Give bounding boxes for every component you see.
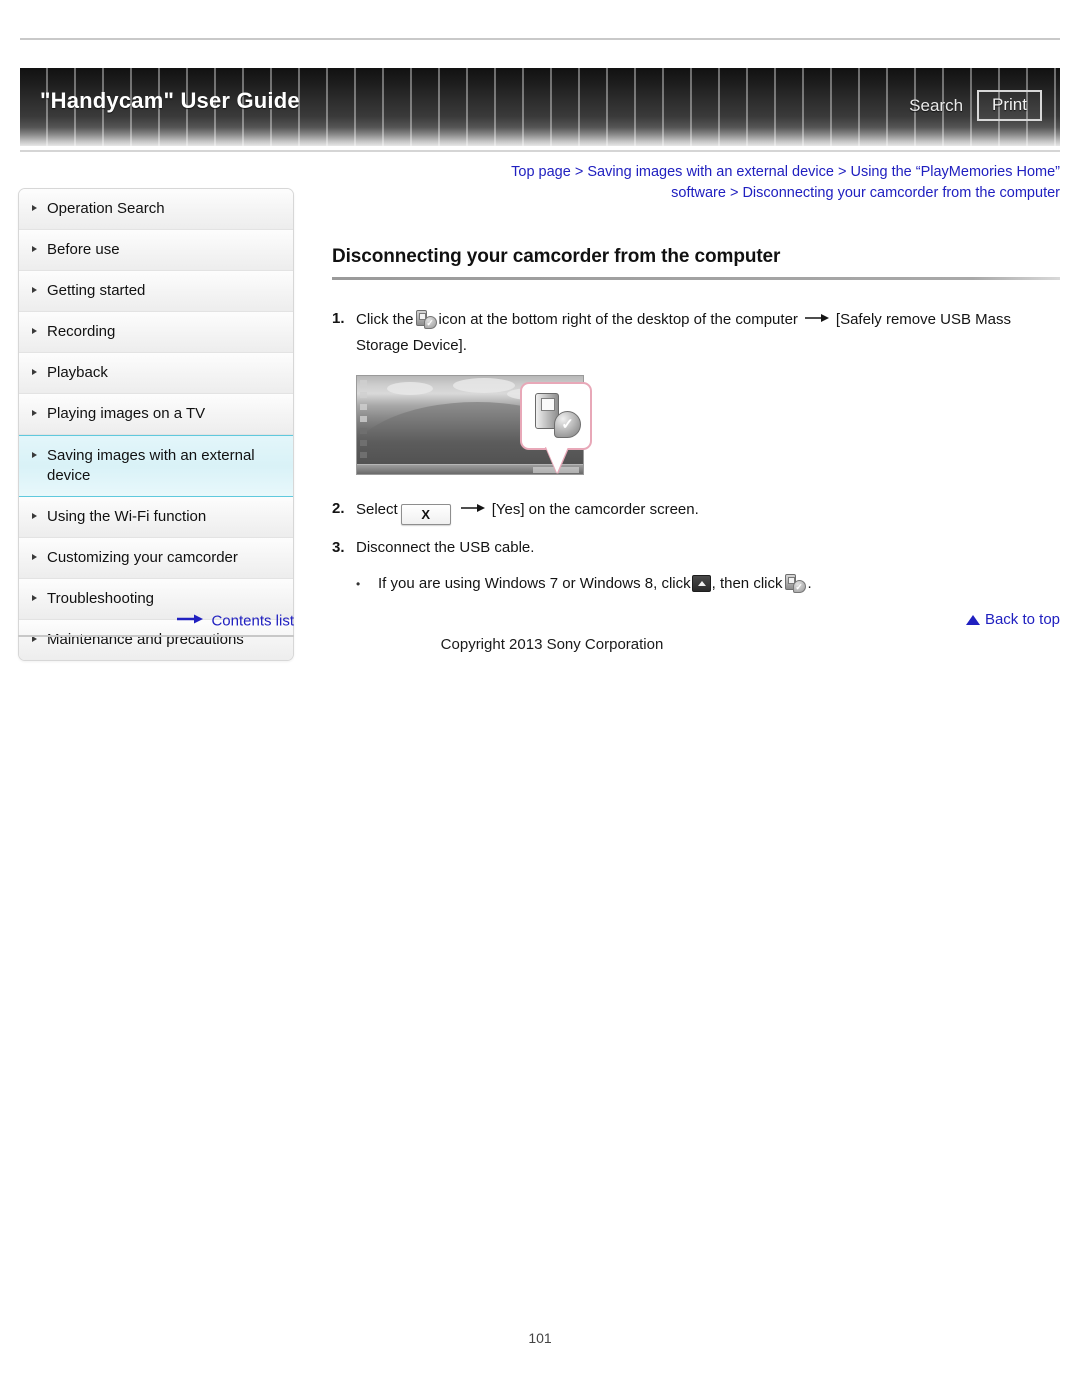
step-number: 3. xyxy=(332,539,345,556)
desktop-icon xyxy=(360,440,367,446)
chevron-right-icon xyxy=(32,246,37,252)
sidebar-item-before-use[interactable]: Before use xyxy=(19,230,293,271)
sidebar-item-label: Saving images with an external device xyxy=(47,447,255,484)
breadcrumb-line-1[interactable]: Top page > Saving images with an externa… xyxy=(330,162,1060,183)
step-3: 3. Disconnect the USB cable. xyxy=(332,535,1060,561)
contents-list-link-row: Contents list xyxy=(18,611,294,638)
note-text-before: If you are using Windows 7 or Windows 8,… xyxy=(378,575,691,592)
breadcrumb-line-2[interactable]: software > Disconnecting your camcorder … xyxy=(330,183,1060,204)
main-content: Disconnecting your camcorder from the co… xyxy=(332,246,1060,628)
page-title-banner: "Handycam" User Guide xyxy=(40,88,300,113)
step-text-after: [Yes] on the camcorder screen. xyxy=(491,501,699,518)
sidebar-item-playback[interactable]: Playback xyxy=(19,353,293,394)
site-header: "Handycam" User Guide Search Print xyxy=(20,68,1060,146)
sidebar-nav: Operation Search Before use Getting star… xyxy=(18,188,294,661)
step-number: 2. xyxy=(332,500,345,517)
x-button-icon: X xyxy=(400,504,451,525)
sidebar-item-recording[interactable]: Recording xyxy=(19,312,293,353)
sidebar-item-label: Customizing your camcorder xyxy=(47,549,238,566)
arrow-right-icon xyxy=(460,496,485,522)
desktop-screenshot-figure: ✓ xyxy=(356,375,592,482)
sidebar-item-getting-started[interactable]: Getting started xyxy=(19,271,293,312)
desktop-icon xyxy=(360,416,367,422)
header-actions: Search Print xyxy=(909,90,1042,121)
step-text-before: Select xyxy=(356,501,398,518)
chevron-right-icon xyxy=(32,369,37,375)
page-title: Disconnecting your camcorder from the co… xyxy=(332,246,781,267)
sidebar-item-saving-images-with-an-external-device[interactable]: Saving images with an external device xyxy=(19,435,293,497)
desktop-icon xyxy=(360,380,367,386)
desktop-icon xyxy=(360,392,367,398)
chevron-right-icon xyxy=(32,595,37,601)
show-hidden-icons-tray-icon xyxy=(691,575,711,592)
bullet-icon: • xyxy=(356,577,361,591)
desktop-icon xyxy=(360,452,367,458)
contents-list-link[interactable]: Contents list xyxy=(211,613,294,630)
usb-safely-remove-icon: ✓ xyxy=(784,574,806,593)
sidebar-item-using-the-wi-fi-function[interactable]: Using the Wi-Fi function xyxy=(19,497,293,538)
sidebar-item-label: Playing images on a TV xyxy=(47,405,206,422)
note-text-after: . xyxy=(807,575,812,592)
back-to-top-link[interactable]: Back to top xyxy=(332,611,1060,628)
usb-safely-remove-large-icon: ✓ xyxy=(533,393,581,439)
sidebar-item-playing-images-on-a-tv[interactable]: Playing images on a TV xyxy=(19,394,293,435)
desktop-icon xyxy=(360,428,367,434)
search-link[interactable]: Search xyxy=(909,96,963,116)
desktop-icon xyxy=(360,404,367,410)
note-bullet-line: • If you are using Windows 7 or Windows … xyxy=(356,571,1060,597)
step-1: 1. Click the ✓ icon at the bottom right of… xyxy=(332,306,1060,359)
page-number: 101 xyxy=(528,1330,552,1346)
sidebar-item-operation-search[interactable]: Operation Search xyxy=(19,189,293,230)
step-number: 1. xyxy=(332,310,345,327)
step-text-mid: icon at the bottom right of the desktop … xyxy=(438,311,798,328)
sidebar-item-customizing-your-camcorder[interactable]: Customizing your camcorder xyxy=(19,538,293,579)
step-body: Click the ✓ icon at the bottom right of th… xyxy=(356,306,1060,359)
step-body: Select X [Yes] on the camcorder screen. xyxy=(356,496,1060,525)
title-divider xyxy=(332,277,1060,280)
usb-icon-callout-bubble: ✓ xyxy=(520,382,592,473)
sidebar-item-label: Before use xyxy=(47,241,120,258)
note-body: If you are using Windows 7 or Windows 8,… xyxy=(378,571,812,597)
step-text-before: Click the xyxy=(356,311,414,328)
chevron-right-icon xyxy=(32,554,37,560)
sidebar-item-label: Troubleshooting xyxy=(47,590,155,607)
step-body: Disconnect the USB cable. xyxy=(356,539,535,556)
back-to-top-label: Back to top xyxy=(984,611,1060,628)
chevron-right-icon xyxy=(32,452,37,458)
sidebar-item-label: Getting started xyxy=(47,282,146,299)
chevron-right-icon xyxy=(32,410,37,416)
breadcrumb: Top page > Saving images with an externa… xyxy=(330,162,1060,204)
triangle-up-icon xyxy=(965,615,980,625)
copyright-text: Copyright 2013 Sony Corporation xyxy=(440,636,664,653)
chevron-right-icon xyxy=(32,205,37,211)
arrow-right-icon xyxy=(177,611,203,629)
sidebar-item-label: Recording xyxy=(47,323,116,340)
cloud-shape xyxy=(453,378,515,393)
sidebar-item-label: Using the Wi-Fi function xyxy=(47,508,207,525)
desktop-icons-column xyxy=(360,380,390,460)
header-bottom-divider xyxy=(20,150,1060,152)
arrow-right-icon xyxy=(804,306,829,332)
cloud-shape xyxy=(387,382,433,395)
check-badge-icon: ✓ xyxy=(554,411,581,438)
chevron-right-icon xyxy=(32,287,37,293)
print-button[interactable]: Print xyxy=(977,90,1042,121)
note-text-mid: , then click xyxy=(711,575,783,592)
chevron-right-icon xyxy=(32,328,37,334)
sidebar-item-label: Operation Search xyxy=(47,200,165,217)
step-2: 2. Select X [Yes] on the camcorder screen… xyxy=(332,496,1060,525)
chevron-right-icon xyxy=(32,513,37,519)
top-divider xyxy=(20,38,1060,40)
sidebar-item-label: Playback xyxy=(47,364,108,381)
usb-safely-remove-icon: ✓ xyxy=(415,310,437,329)
callout-tail xyxy=(546,447,568,473)
